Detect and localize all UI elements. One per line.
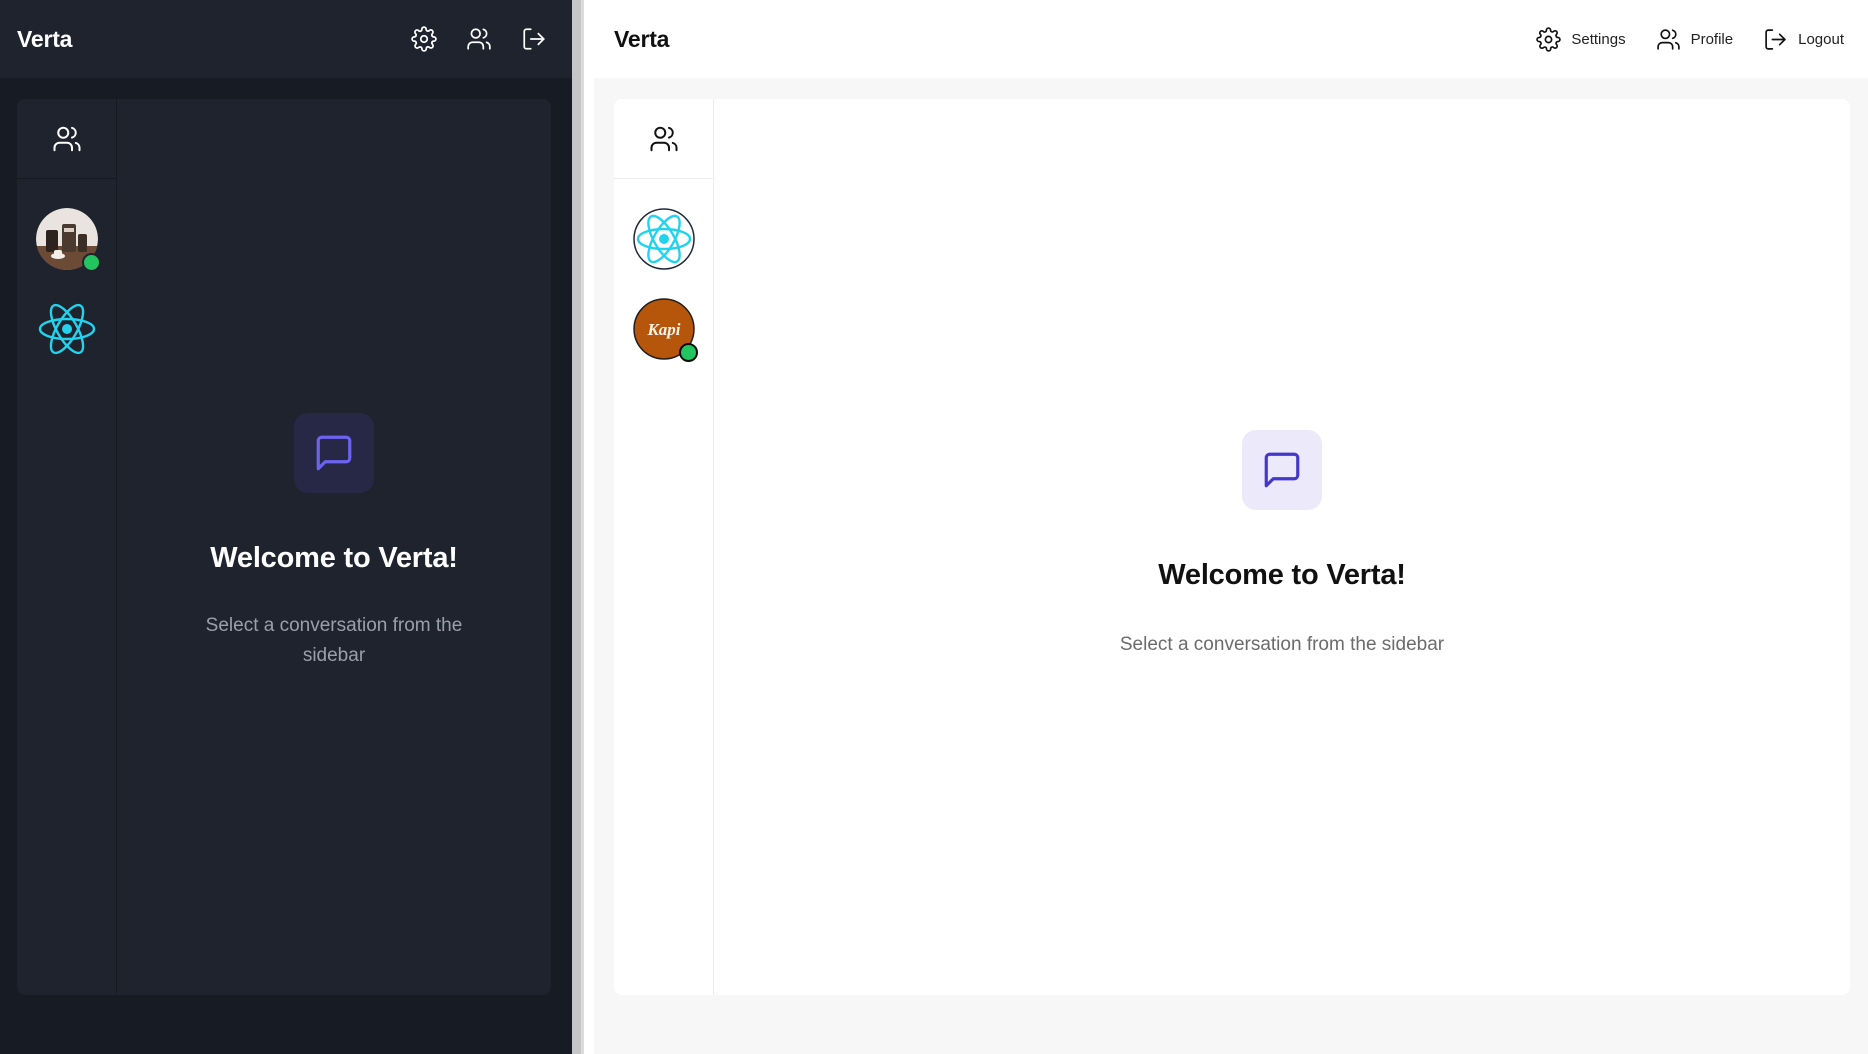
settings-button[interactable]: Settings: [1536, 26, 1626, 52]
conversation-avatar-coffee[interactable]: [35, 208, 101, 272]
users-icon: [650, 126, 677, 151]
chat-tile: [1242, 430, 1322, 510]
welcome-title: Welcome to Verta!: [210, 542, 458, 574]
online-status-dot: [678, 343, 698, 362]
users-icon: [466, 28, 491, 50]
profile-label: Profile: [1690, 30, 1734, 48]
settings-label: Settings: [1571, 30, 1626, 48]
message-square-icon: [316, 435, 352, 471]
brand-logo[interactable]: Verta: [17, 26, 72, 53]
conversation-sidebar: Kapi: [614, 99, 714, 995]
welcome-empty-state: Welcome to Verta! Select a conversation …: [714, 99, 1850, 995]
conversation-list: [17, 179, 116, 360]
header-actions: Settings Profile Logout: [1536, 26, 1844, 52]
profile-button[interactable]: [463, 24, 494, 55]
kapi-avatar-text: Kapi: [646, 320, 680, 339]
chat-panel: Kapi Welcome to Verta! Select a conversa…: [614, 99, 1850, 995]
logout-button[interactable]: [518, 24, 549, 55]
app-header: Verta: [0, 0, 572, 78]
contacts-button[interactable]: [614, 99, 713, 179]
conversation-sidebar: [17, 99, 117, 995]
gear-icon: [410, 26, 437, 52]
welcome-subtitle: Select a conversation from the sidebar: [1119, 634, 1445, 655]
profile-button[interactable]: Profile: [1656, 27, 1734, 52]
online-status-dot: [81, 253, 101, 272]
logout-icon: [522, 28, 545, 50]
light-app-window: Verta Settings Profile Logout Kapi Welco…: [594, 0, 1868, 1054]
gear-icon: [1536, 26, 1562, 52]
users-icon: [53, 126, 80, 151]
react-logo-avatar: [632, 208, 695, 270]
chat-panel: Welcome to Verta! Select a conversation …: [17, 99, 551, 995]
message-square-icon: [1264, 452, 1300, 488]
dark-app-window: Verta Welcome to Verta! Select a convers…: [0, 0, 572, 1054]
conversation-avatar-react[interactable]: [35, 298, 98, 360]
welcome-empty-state: Welcome to Verta! Select a conversation …: [117, 99, 551, 995]
logout-button[interactable]: Logout: [1763, 27, 1844, 52]
app-header: Verta Settings Profile Logout: [594, 0, 1868, 78]
react-logo-avatar: [35, 298, 98, 360]
contacts-button[interactable]: [17, 99, 116, 179]
window-divider: [572, 0, 594, 1054]
logout-icon: [1765, 28, 1786, 50]
conversation-avatar-kapi[interactable]: Kapi: [632, 298, 698, 362]
chat-tile: [294, 413, 374, 493]
header-actions: [408, 24, 549, 55]
conversation-avatar-react[interactable]: [632, 208, 695, 270]
users-icon: [1656, 28, 1680, 50]
brand-logo[interactable]: Verta: [614, 26, 669, 53]
welcome-subtitle: Select a conversation from the sidebar: [205, 615, 463, 666]
settings-button[interactable]: [408, 24, 439, 55]
welcome-title: Welcome to Verta!: [1158, 559, 1406, 591]
logout-label: Logout: [1798, 30, 1844, 48]
conversation-list: Kapi: [614, 179, 713, 362]
